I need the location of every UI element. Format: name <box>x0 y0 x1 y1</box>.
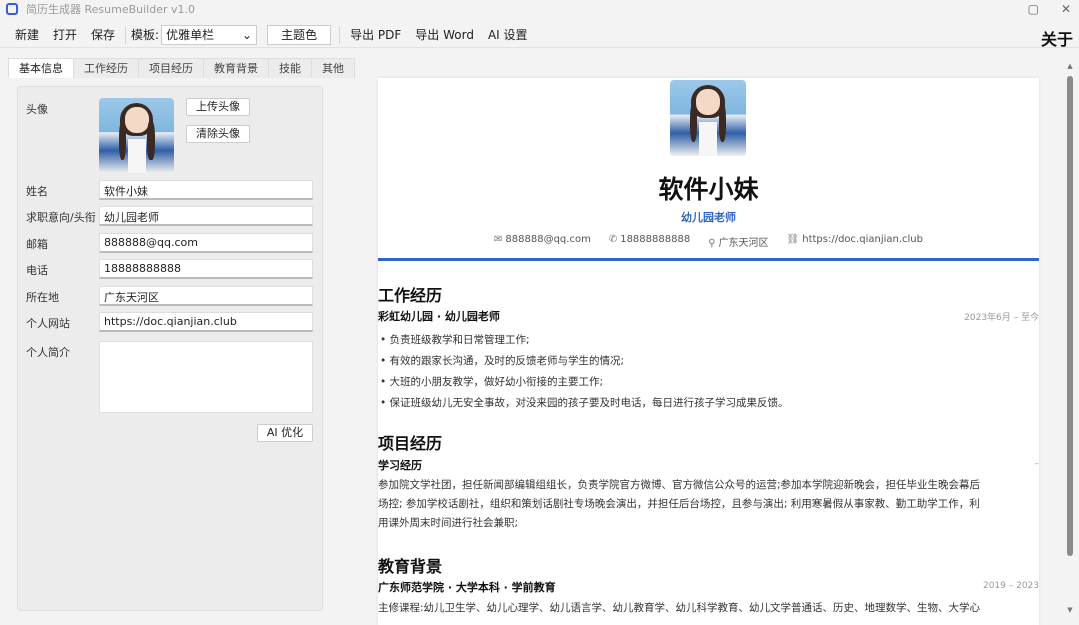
close-button[interactable]: ✕ <box>1061 0 1071 18</box>
location-pin-icon: ⚲ <box>708 238 716 249</box>
tab-other[interactable]: 其他 <box>311 58 355 78</box>
field-label-title: 求职意向/头衔 <box>26 211 96 224</box>
new-button[interactable]: 新建 <box>8 23 46 47</box>
resume-avatar <box>670 80 746 156</box>
chevron-down-icon: ⌄ <box>242 27 253 42</box>
resume-contacts: ✉ 888888@qq.com ✆ 18888888888 ⚲ 广东天河区 ⛓ http… <box>378 234 1039 249</box>
work-bullet: • 有效的跟家长沟通，及时的反馈老师与学生的情况; <box>380 355 625 367</box>
scroll-down-arrow-icon[interactable]: ▼ <box>1066 606 1074 614</box>
field-label-name: 姓名 <box>26 185 48 198</box>
avatar-label: 头像 <box>26 103 48 116</box>
location-input[interactable]: 广东天河区 <box>99 286 313 306</box>
maximize-button[interactable]: ▢ <box>1028 0 1039 18</box>
about-button[interactable]: 关于 <box>1041 26 1073 50</box>
toolbar-divider <box>339 25 341 44</box>
contact-location: ⚲ 广东天河区 <box>708 238 769 249</box>
tab-work-experience[interactable]: 工作经历 <box>73 58 139 78</box>
work-bullet: • 保证班级幼儿无安全事故，对没来园的孩子要及时电话，每日进行孩子学习成果反馈。 <box>380 397 789 409</box>
toolbar: 新建 打开 保存 模板: 优雅单栏 ⌄ 主题色 导出 PDF 导出 Word A… <box>0 22 1079 48</box>
export-pdf-button[interactable]: 导出 PDF <box>343 23 408 47</box>
title-input[interactable]: 幼儿园老师 <box>99 206 313 226</box>
phone-icon: ✆ <box>608 234 618 245</box>
resume-name: 软件小妹 <box>658 175 759 204</box>
project-heading: 项目经历 <box>378 434 443 453</box>
work-heading: 工作经历 <box>378 286 443 305</box>
field-label-location: 所在地 <box>26 291 59 304</box>
contact-phone: ✆ 18888888888 <box>608 234 691 245</box>
work-bullet: • 负责班级教学和日常管理工作; <box>380 334 530 346</box>
header-divider <box>378 258 1039 261</box>
phone-input[interactable]: 18888888888 <box>99 259 313 279</box>
scroll-up-arrow-icon[interactable]: ▲ <box>1066 62 1074 70</box>
resume-title: 幼儿园老师 <box>681 211 736 224</box>
toolbar-divider <box>125 25 127 44</box>
clear-avatar-button[interactable]: 清除头像 <box>186 125 250 143</box>
education-courses-line: 主修课程:幼儿卫生学、幼儿心理学、幼儿语言学、幼儿教育学、幼儿科学教育、幼儿文学… <box>378 602 981 614</box>
ai-optimize-button[interactable]: AI 优化 <box>257 424 313 442</box>
field-label-phone: 电话 <box>26 264 48 277</box>
bio-textarea[interactable] <box>99 341 313 413</box>
resume-preview: 软件小妹 幼儿园老师 ✉ 888888@qq.com ✆ 18888888888 ⚲… <box>378 78 1039 625</box>
bio-label: 个人简介 <box>26 346 70 359</box>
template-select[interactable]: 优雅单栏 ⌄ <box>161 24 258 45</box>
editor-tabs: 基本信息 工作经历 项目经历 教育背景 技能 其他 <box>8 58 355 78</box>
work-bullet: • 大班的小朋友教学，做好幼小衔接的主要工作; <box>380 376 604 388</box>
contact-email: ✉ 888888@qq.com <box>494 234 591 245</box>
project-entry-title: 学习经历 <box>378 459 422 472</box>
export-word-button[interactable]: 导出 Word <box>408 23 481 47</box>
work-entry-date: 2023年6月 – 至今 <box>964 313 1039 323</box>
work-entry-title: 彩虹幼儿园 · 幼儿园老师 <box>378 310 500 323</box>
tab-skills[interactable]: 技能 <box>268 58 312 78</box>
project-description-line: 场控; 参加学校话剧社，组织和策划话剧社专场晚会演出，并担任后台场控，且参与演出… <box>378 498 980 510</box>
education-entry-title: 广东师范学院 · 大学本科 · 学前教育 <box>378 581 556 594</box>
project-description-line: 用课外周末时间进行社会兼职; <box>378 517 519 529</box>
name-input[interactable]: 软件小妹 <box>99 180 313 200</box>
link-icon: ⛓ <box>786 234 800 245</box>
save-button[interactable]: 保存 <box>84 23 122 47</box>
avatar-image <box>99 98 174 173</box>
contact-website: ⛓ https://doc.qianjian.club <box>786 234 923 245</box>
window-title: 简历生成器 ResumeBuilder v1.0 <box>26 3 196 16</box>
education-heading: 教育背景 <box>378 557 443 576</box>
email-input[interactable]: 888888@qq.com <box>99 233 313 253</box>
tab-projects[interactable]: 项目经历 <box>138 58 204 78</box>
scroll-thumb[interactable] <box>1067 76 1073 556</box>
tab-basic-info[interactable]: 基本信息 <box>8 58 74 78</box>
tab-education[interactable]: 教育背景 <box>203 58 269 78</box>
field-label-website: 个人网站 <box>26 317 70 330</box>
app-icon <box>6 3 18 15</box>
theme-color-button[interactable]: 主题色 <box>267 24 332 45</box>
website-input[interactable]: https://doc.qianjian.club <box>99 312 313 332</box>
field-label-email: 邮箱 <box>26 238 48 251</box>
title-bar: 简历生成器 ResumeBuilder v1.0 ▢ ✕ <box>0 0 1079 18</box>
template-label: 模板: <box>131 28 160 42</box>
preview-scrollbar[interactable]: ▲ ▼ <box>1066 62 1074 614</box>
project-entry-date: – <box>1034 459 1040 469</box>
upload-avatar-button[interactable]: 上传头像 <box>186 98 250 116</box>
template-select-value: 优雅单栏 <box>166 28 215 42</box>
open-button[interactable]: 打开 <box>46 23 84 47</box>
basic-info-form: 头像 上传头像 清除头像 姓名 软件小妹 求职意向/头衔 幼儿园老师 邮箱 88… <box>17 86 323 611</box>
project-description-line: 参加院文学社团，担任新闻部编辑组组长，负责学院官方微博、官方微信公众号的运营;参… <box>378 479 981 491</box>
education-entry-date: 2019 – 2023 <box>982 581 1039 591</box>
ai-settings-button[interactable]: AI 设置 <box>481 23 535 47</box>
mail-icon: ✉ <box>494 234 503 245</box>
